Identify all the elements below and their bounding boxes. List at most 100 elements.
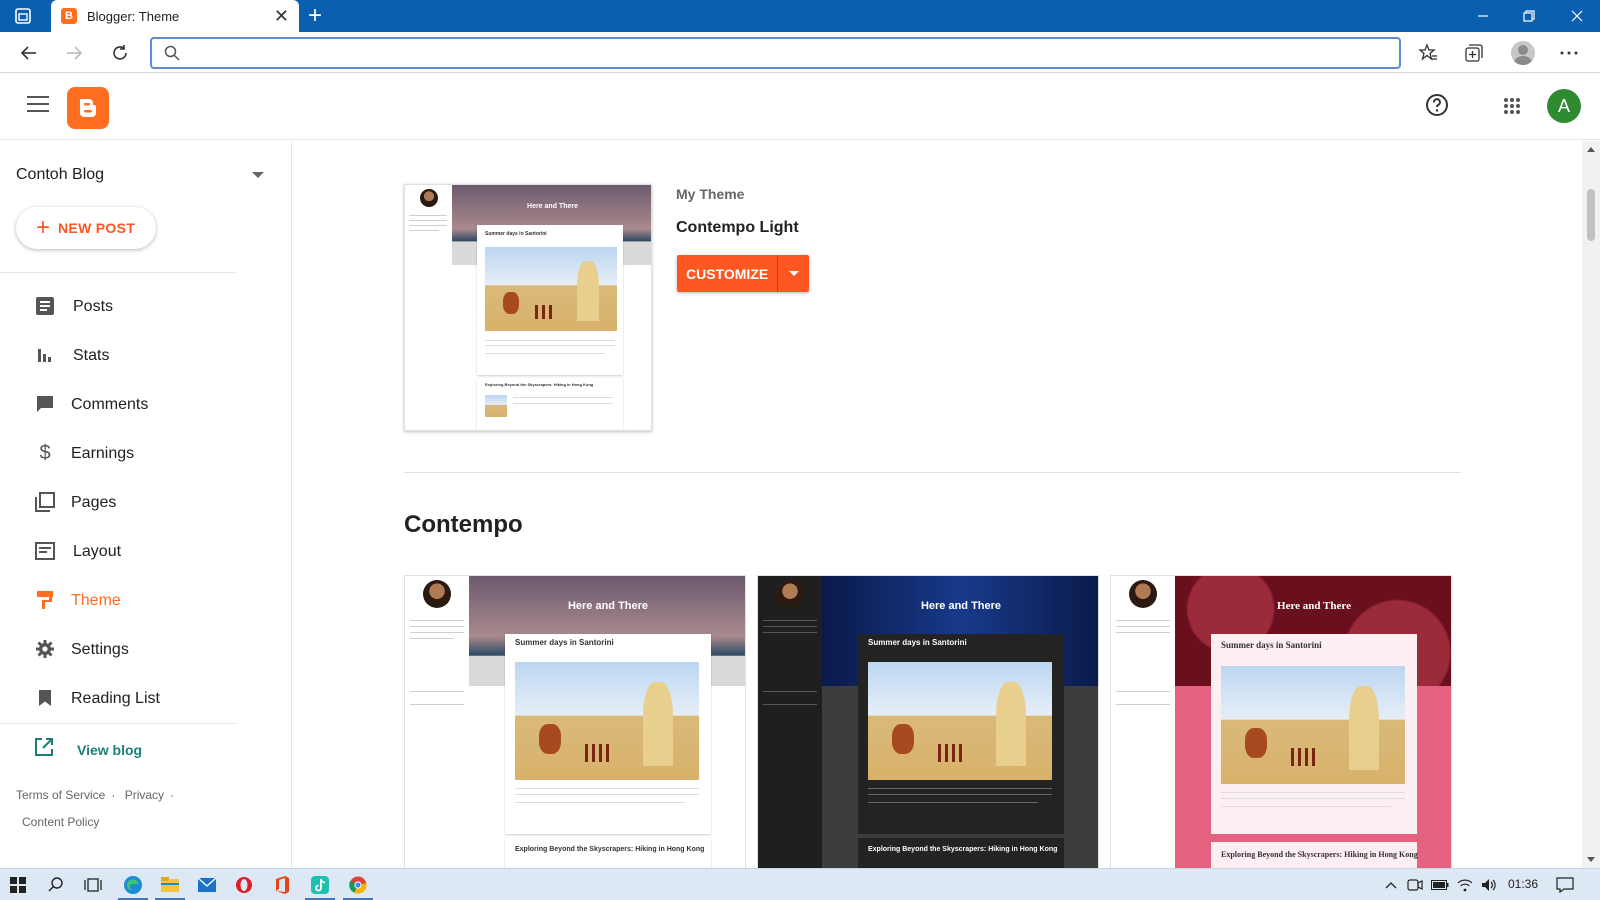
tiktok-icon[interactable]	[310, 875, 330, 895]
sidebar-item-label: Stats	[73, 346, 110, 364]
current-theme-preview[interactable]: Here and There Summer days in Santorini …	[404, 184, 652, 431]
search-icon[interactable]	[46, 875, 66, 895]
theme-card-contempo-dark[interactable]: Here and There Summer days in Santorini …	[757, 575, 1099, 868]
theme-preview-mock: Here and There Summer days in Santorini …	[405, 185, 651, 430]
blog-selector[interactable]: Contoh Blog	[16, 163, 266, 187]
sidebar-item-label: Earnings	[71, 444, 135, 462]
plus-icon: +	[36, 214, 51, 241]
terms-link[interactable]: Terms of Service	[16, 788, 105, 802]
meet-now-icon[interactable]	[1405, 875, 1425, 895]
scrollbar-thumb[interactable]	[1587, 189, 1595, 241]
thumb-blog-title: Here and There	[567, 600, 649, 612]
blogger-favicon-icon: B	[61, 8, 77, 24]
thumb-post-title: Summer days in Santorini	[868, 638, 967, 647]
opera-icon[interactable]	[234, 875, 254, 895]
more-options-icon[interactable]	[1554, 38, 1584, 68]
app-header: A	[0, 73, 1600, 140]
office-icon[interactable]	[272, 875, 292, 895]
new-post-button[interactable]: + NEW POST	[16, 207, 156, 249]
volume-icon[interactable]	[1479, 875, 1499, 895]
sidebar-item-pages[interactable]: Pages	[0, 478, 236, 527]
restore-icon[interactable]	[1506, 0, 1552, 32]
sidebar-item-label: Pages	[71, 493, 117, 511]
sidebar-item-layout[interactable]: Layout	[0, 527, 236, 576]
page-scrollbar[interactable]	[1582, 141, 1600, 868]
account-avatar[interactable]: A	[1547, 89, 1581, 123]
forward-icon[interactable]	[59, 38, 89, 68]
content-policy-link[interactable]: Content Policy	[22, 815, 99, 829]
sidebar-item-label: Theme	[71, 591, 121, 609]
battery-icon[interactable]	[1430, 875, 1450, 895]
task-view-icon[interactable]	[83, 875, 103, 895]
separator: ·	[111, 788, 116, 802]
thumb-post2-title: Exploring Beyond the Skyscrapers: Hiking…	[1221, 850, 1418, 859]
back-icon[interactable]	[14, 38, 44, 68]
scroll-up-icon[interactable]	[1587, 147, 1595, 152]
sidebar-item-label: Layout	[73, 542, 122, 560]
main-content: Here and There Summer days in Santorini …	[293, 141, 1582, 868]
new-tab-button[interactable]: +	[308, 3, 322, 29]
help-icon[interactable]	[1425, 93, 1449, 122]
mail-icon[interactable]	[197, 875, 217, 895]
sidebar: Contoh Blog + NEW POST Posts Stats Comme…	[0, 141, 292, 868]
blogger-logo[interactable]	[67, 87, 109, 129]
customize-dropdown-button[interactable]	[777, 255, 810, 292]
notifications-icon[interactable]	[1555, 875, 1575, 895]
sidebar-item-stats[interactable]: Stats	[0, 331, 236, 380]
minimize-icon[interactable]	[1460, 0, 1506, 32]
file-explorer-icon[interactable]	[160, 875, 180, 895]
thumb-blog-title: Here and There	[1277, 600, 1351, 612]
address-bar[interactable]	[150, 37, 1401, 69]
sidebar-item-earnings[interactable]: $ Earnings	[0, 429, 236, 478]
clock[interactable]: 01:36	[1508, 877, 1538, 891]
thumb-post2-title: Exploring Beyond the Skyscrapers: Hiking…	[868, 846, 1058, 853]
address-input[interactable]	[188, 41, 1388, 65]
sidebar-item-label: Reading List	[71, 689, 160, 707]
sidebar-item-posts[interactable]: Posts	[0, 282, 236, 331]
pages-icon	[34, 491, 56, 513]
sidebar-item-label: Posts	[73, 297, 114, 315]
privacy-link[interactable]: Privacy	[125, 788, 164, 802]
sidebar-item-reading-list[interactable]: Reading List	[0, 674, 236, 723]
chrome-icon[interactable]	[348, 875, 368, 895]
wifi-icon[interactable]	[1455, 875, 1475, 895]
profile-icon[interactable]	[1508, 38, 1538, 68]
theme-card-contempo-floral[interactable]: Here and There Summer days in Santorini …	[1110, 575, 1452, 868]
theme-preview-mock: Here and There Summer days in Santorini …	[405, 576, 745, 868]
new-post-label: NEW POST	[58, 220, 136, 236]
layout-icon	[34, 540, 56, 562]
sidebar-item-settings[interactable]: Settings	[0, 625, 236, 674]
theme-icon	[34, 589, 56, 611]
tab-close-icon[interactable]: ✕	[274, 6, 289, 27]
theme-card-contempo-light[interactable]: Here and There Summer days in Santorini …	[404, 575, 746, 868]
thumb-post-title: Summer days in Santorini	[515, 638, 614, 647]
sidebar-item-theme[interactable]: Theme	[0, 576, 236, 625]
scroll-down-icon[interactable]	[1587, 857, 1595, 862]
gear-icon	[34, 638, 56, 660]
favorites-icon[interactable]	[1413, 38, 1443, 68]
edge-browser-icon[interactable]	[123, 875, 143, 895]
browser-tab-active[interactable]: B Blogger: Theme ✕	[51, 0, 299, 32]
collections-icon[interactable]	[1459, 38, 1489, 68]
thumb-post-title: Summer days in Santorini	[485, 231, 547, 237]
thumb-post2-title: Exploring Beyond the Skyscrapers: Hiking…	[515, 846, 705, 853]
posts-icon	[34, 295, 56, 317]
view-blog-link[interactable]: View blog	[34, 737, 142, 762]
refresh-icon[interactable]	[105, 38, 135, 68]
comments-icon	[34, 393, 56, 415]
current-theme-name: Contempo Light	[676, 219, 799, 236]
close-window-icon[interactable]	[1554, 0, 1600, 32]
show-hidden-icons-icon[interactable]	[1381, 875, 1401, 895]
thumb-post2-title: Exploring Beyond the Skyscrapers: Hiking…	[485, 382, 594, 387]
windows-start-icon[interactable]	[8, 875, 28, 895]
customize-button[interactable]: CUSTOMIZE	[677, 255, 778, 292]
windows-taskbar: 01:36	[0, 868, 1600, 900]
search-icon	[164, 45, 180, 66]
divider	[0, 723, 236, 724]
sidebar-item-comments[interactable]: Comments	[0, 380, 236, 429]
theme-preview-mock: Here and There Summer days in Santorini …	[1111, 576, 1451, 868]
menu-icon[interactable]	[27, 96, 49, 112]
customize-button-group: CUSTOMIZE	[677, 255, 810, 292]
tab-actions-icon[interactable]	[14, 7, 32, 25]
google-apps-icon[interactable]	[1503, 97, 1521, 120]
